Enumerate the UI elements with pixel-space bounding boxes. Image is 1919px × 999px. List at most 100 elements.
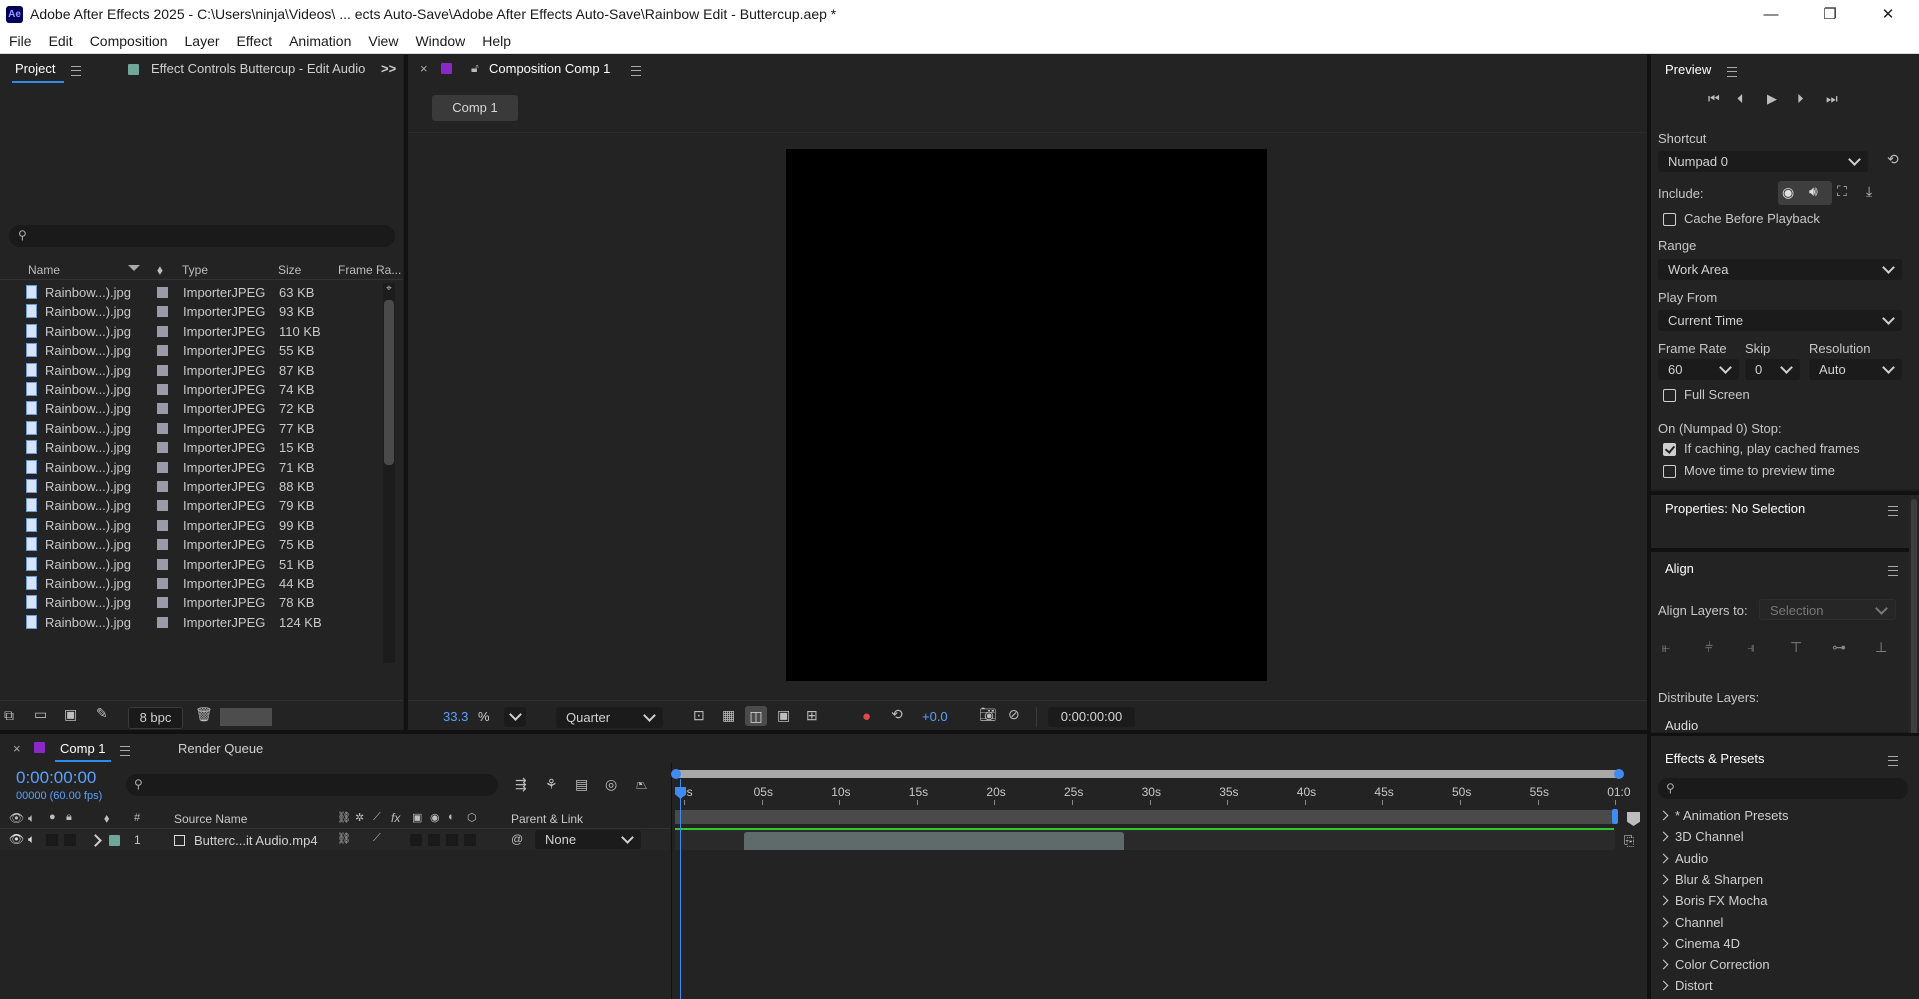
frame-blending-icon[interactable]: ◎ (605, 776, 617, 793)
item-label-swatch[interactable] (157, 597, 168, 609)
layer-audio-speaker-icon[interactable]: 🔈︎ (28, 832, 35, 847)
layer-solo-toggle[interactable] (46, 834, 58, 846)
col-name[interactable]: Name (28, 263, 60, 277)
item-label-swatch[interactable] (157, 384, 168, 395)
item-label-swatch[interactable] (157, 325, 168, 337)
project-row[interactable]: Rainbow...).jpg ImporterJPEG 78 KB (0, 593, 382, 612)
transparency-grid-icon[interactable]: ▦ (722, 707, 735, 724)
effects-category[interactable]: Audio (1658, 851, 1708, 866)
last-frame-icon[interactable]: ⏭ (1826, 91, 1838, 107)
project-row[interactable]: Rainbow...).jpg ImporterJPEG 44 KB (0, 574, 382, 593)
item-label-swatch[interactable] (157, 558, 168, 570)
effects-category[interactable]: 3D Channel (1658, 829, 1744, 844)
interpret-footage-icon[interactable]: ⧉ (4, 707, 14, 724)
effects-category[interactable]: * Animation Presets (1658, 808, 1788, 823)
play-from-dropdown[interactable]: Current Time (1658, 310, 1902, 331)
skip-dropdown[interactable]: 0 (1745, 359, 1800, 380)
tab-render-queue[interactable]: Render Queue (178, 741, 263, 756)
panel-menu-icon[interactable] (71, 66, 81, 76)
tab-project[interactable]: Project (15, 61, 55, 76)
time-navigator-bar[interactable] (673, 770, 1619, 778)
include-external-icon[interactable]: ⤓ (1866, 183, 1872, 200)
layer-source-name[interactable]: Butterc...it Audio.mp4 (194, 833, 318, 848)
reset-exposure-icon[interactable]: ⟲ (891, 706, 903, 723)
item-label-swatch[interactable] (157, 539, 168, 551)
new-folder-icon[interactable]: ▭ (34, 706, 47, 723)
resolution-preview-dropdown[interactable]: Auto (1809, 359, 1902, 380)
work-area-bar[interactable] (675, 810, 1615, 824)
item-label-swatch[interactable] (157, 306, 168, 318)
collapse-switch-icon[interactable]: ✲ (355, 811, 364, 824)
navigator-start-handle[interactable] (671, 769, 681, 779)
overflow-tabs-icon[interactable]: >> (381, 61, 396, 76)
effects-category[interactable]: Color Correction (1658, 957, 1770, 972)
frame-rate-dropdown[interactable]: 60 (1658, 359, 1739, 380)
effects-category[interactable]: Cinema 4D (1658, 936, 1740, 951)
project-scrollbar[interactable]: ⌖ (383, 283, 395, 663)
lock-icon[interactable]: 🔓︎ (471, 61, 479, 76)
parent-link-column[interactable]: Parent & Link (511, 812, 583, 826)
comp-breadcrumb-chip[interactable]: Comp 1 (432, 95, 518, 121)
align-right-icon[interactable]: ⫣ (1747, 639, 1755, 656)
effects-switch-icon[interactable]: fx (391, 811, 400, 825)
comp-panel-menu-icon[interactable] (631, 66, 641, 76)
project-row[interactable]: Rainbow...).jpg ImporterJPEG 99 KB (0, 516, 382, 535)
layer-lock-toggle[interactable] (64, 834, 76, 846)
project-row[interactable]: Rainbow...).jpg ImporterJPEG 51 KB (0, 555, 382, 574)
effects-category[interactable]: Channel (1658, 915, 1723, 930)
project-row[interactable]: Rainbow...).jpg ImporterJPEG 15 KB (0, 438, 382, 457)
shortcut-dropdown[interactable]: Numpad 0 (1658, 151, 1868, 172)
project-row[interactable]: Rainbow...).jpg ImporterJPEG 110 KB (0, 322, 382, 341)
layer-shy-icon[interactable]: ⛓ (337, 832, 351, 845)
adjustment-layer-switch-icon[interactable]: ◐ (448, 811, 455, 823)
menu-file[interactable]: File (0, 29, 40, 54)
full-screen-checkbox[interactable] (1663, 389, 1676, 402)
sort-arrow-icon[interactable] (128, 265, 140, 271)
item-label-swatch[interactable] (157, 616, 168, 628)
project-row[interactable]: Rainbow...).jpg ImporterJPEG 74 KB (0, 380, 382, 399)
move-time-checkbox[interactable] (1663, 465, 1676, 478)
source-name-column[interactable]: Source Name (174, 812, 247, 826)
quality-switch-icon[interactable]: ⟋ (373, 811, 381, 824)
label-column-icon[interactable]: ⬧ (104, 811, 109, 826)
preview-menu-icon[interactable] (1727, 67, 1737, 77)
reset-shortcut-icon[interactable]: ⟲ (1887, 151, 1899, 168)
lock-column-icon[interactable]: 🔒︎ (66, 811, 72, 824)
item-label-swatch[interactable] (157, 519, 168, 531)
play-icon[interactable]: ▶ (1767, 91, 1777, 107)
timeline-timecode[interactable]: 0:00:00:00 (16, 768, 96, 788)
menu-effect[interactable]: Effect (228, 29, 281, 54)
include-overlay-icon[interactable]: ⛶ (1837, 183, 1847, 200)
frame-blend-switch-icon[interactable]: ▣ (412, 811, 422, 824)
project-row[interactable]: Rainbow...).jpg ImporterJPEG 87 KB (0, 361, 382, 380)
first-frame-icon[interactable]: ⏮ (1708, 91, 1720, 107)
project-row[interactable]: Rainbow...).jpg ImporterJPEG 93 KB (0, 302, 382, 321)
menu-composition[interactable]: Composition (81, 29, 176, 54)
viewer-timecode[interactable]: 0:00:00:00 (1048, 707, 1135, 727)
timeline-search-input[interactable]: ⚲ (126, 774, 498, 796)
graph-editor-icon[interactable]: ⏢ (636, 776, 647, 793)
layer-expand-chevron-icon[interactable] (89, 834, 102, 847)
3d-layer-switch-icon[interactable]: ⬡ (467, 811, 477, 824)
menu-animation[interactable]: Animation (280, 29, 359, 54)
effects-category[interactable]: Blur & Sharpen (1658, 872, 1763, 887)
menu-help[interactable]: Help (473, 29, 519, 54)
layer-duration-bar[interactable] (744, 832, 1124, 850)
audio-tab[interactable]: Audio (1665, 718, 1698, 733)
label-tag-icon[interactable]: ⬧ (157, 262, 163, 278)
flowchart-icon[interactable]: ⌖ (383, 283, 395, 295)
snapshot-camera-icon[interactable]: 📷︎ (979, 706, 997, 723)
show-snapshot-icon[interactable]: ⊘ (1008, 706, 1020, 723)
item-label-swatch[interactable] (157, 442, 168, 454)
audio-visibility-icon[interactable]: 🔈︎ (28, 811, 35, 826)
item-label-swatch[interactable] (157, 500, 168, 512)
effects-title[interactable]: Effects & Presets (1665, 751, 1764, 766)
comp-button-icon[interactable]: ⎘ (1624, 833, 1634, 849)
fast-preview-icon[interactable]: ⊡ (693, 707, 705, 724)
video-visibility-icon[interactable]: 👁︎ (9, 811, 24, 825)
layer-row[interactable]: 👁︎ 🔈︎ 1 Butterc...it Audio.mp4 ⛓ ⟋ @ Non… (0, 830, 670, 850)
layer-mb-toggle[interactable] (446, 834, 458, 846)
tab-timeline-comp[interactable]: Comp 1 (60, 741, 106, 756)
item-label-swatch[interactable] (157, 481, 168, 492)
previous-frame-icon[interactable]: ⏴ (1737, 91, 1744, 107)
